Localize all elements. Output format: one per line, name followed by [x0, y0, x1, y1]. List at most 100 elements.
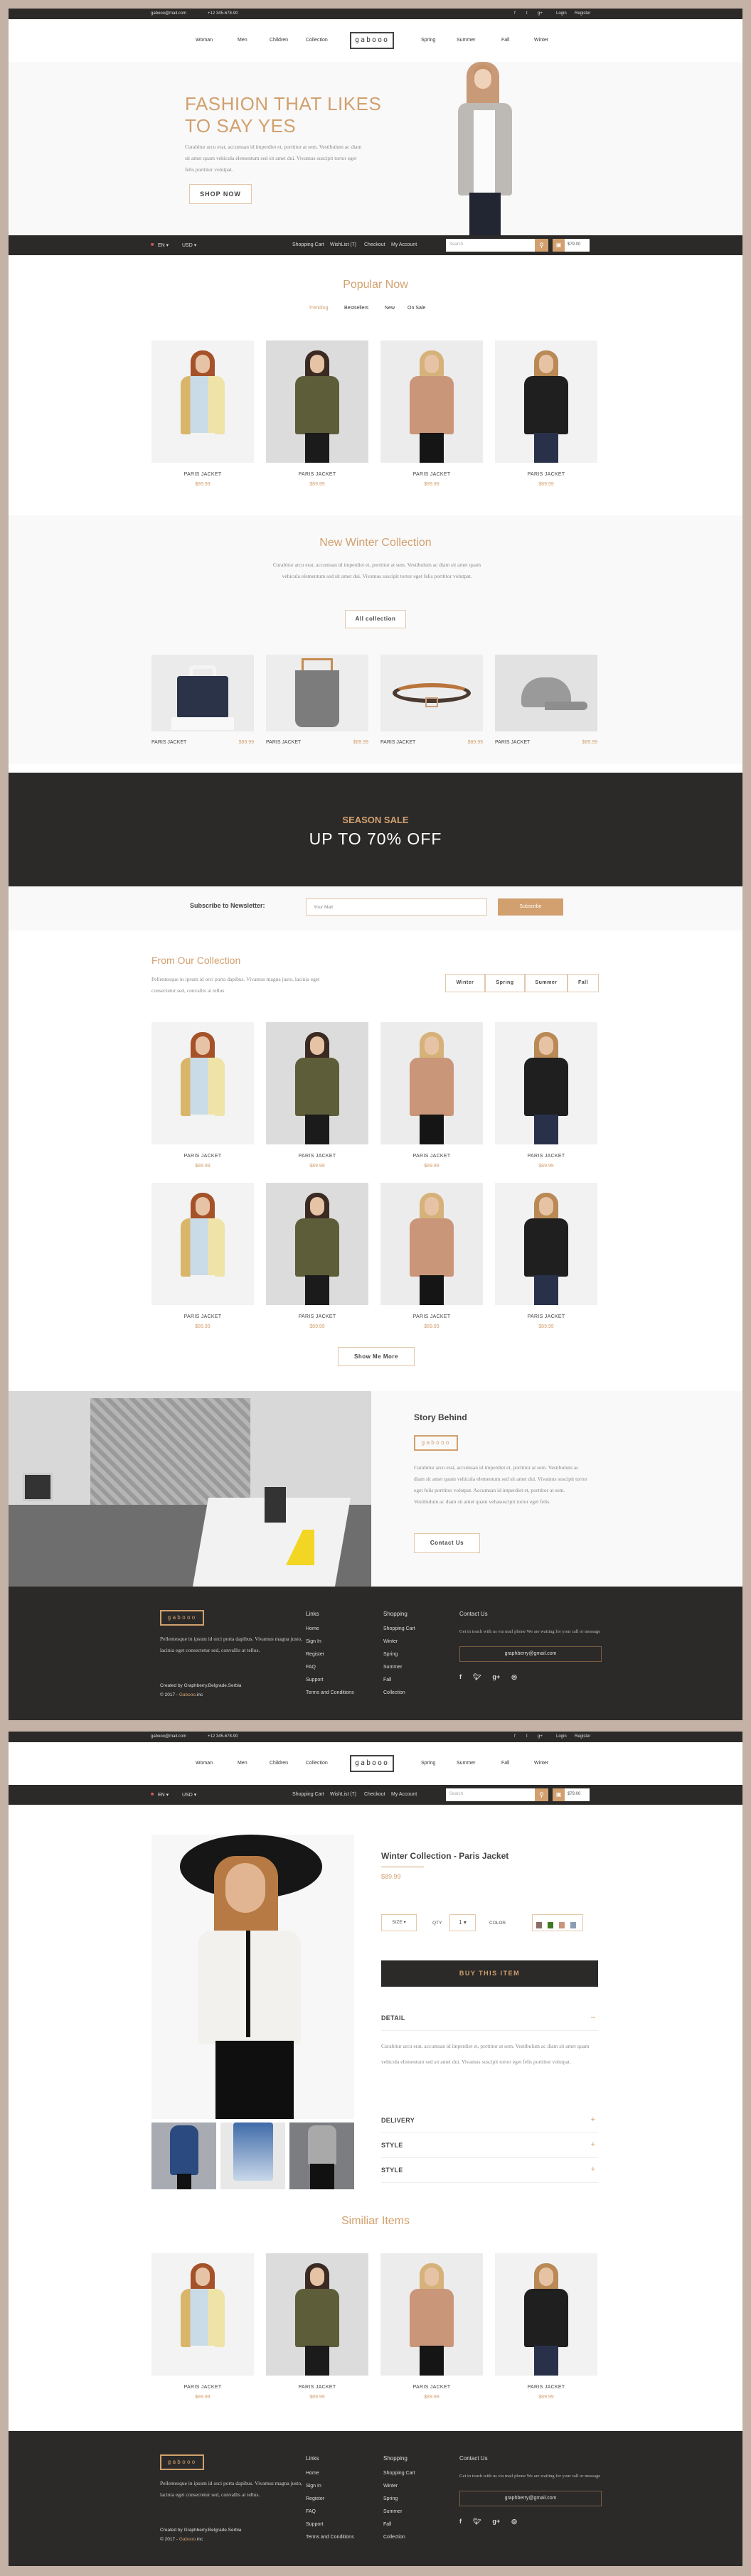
footer-shop-cart[interactable]: Shopping Cart	[383, 1626, 415, 1631]
tab-new[interactable]: New	[385, 306, 395, 311]
product-name[interactable]: PARIS JACKET	[266, 2385, 368, 2390]
footer-shop-collection[interactable]: Collection	[383, 2535, 415, 2540]
google-plus-icon[interactable]: g+	[538, 11, 543, 16]
product-name[interactable]: PARIS JACKET	[151, 740, 186, 745]
my-account-link[interactable]: My Account	[391, 242, 417, 247]
copyright-brand[interactable]: Gabooo	[179, 1692, 196, 1697]
facebook-icon[interactable]: f	[514, 11, 516, 16]
login-link[interactable]: Login	[556, 11, 567, 16]
footer-link-terms[interactable]: Terms and Conditions	[306, 1690, 354, 1695]
wishlist-link[interactable]: WishList (7)	[330, 1792, 356, 1797]
product-thumbnail-3[interactable]	[289, 2122, 354, 2189]
nav-winter[interactable]: Winter	[534, 1761, 548, 1766]
product-card[interactable]: PARIS JACKET $89.99	[266, 1183, 368, 1329]
product-name[interactable]: PARIS JACKET	[266, 472, 368, 477]
product-image[interactable]	[380, 1183, 483, 1305]
product-image[interactable]	[380, 1022, 483, 1144]
shopping-cart-link[interactable]: Shopping Cart	[292, 242, 324, 247]
expand-icon[interactable]: +	[591, 2140, 595, 2149]
product-name[interactable]: PARIS JACKET	[151, 2385, 254, 2390]
google-plus-icon[interactable]: g+	[492, 2518, 500, 2525]
nav-fall[interactable]: Fall	[501, 38, 509, 43]
tab-on-sale[interactable]: On Sale	[408, 306, 425, 311]
tab-bestsellers[interactable]: Bestsellers	[344, 306, 368, 311]
nav-collection[interactable]: Collection	[306, 1761, 328, 1766]
product-card[interactable]: PARIS JACKET $89.99	[380, 655, 483, 745]
buy-button[interactable]: BUY THIS ITEM	[381, 1960, 598, 1987]
search-input[interactable]: Search	[446, 239, 535, 252]
twitter-icon[interactable]: t	[526, 11, 528, 16]
product-image[interactable]	[266, 2253, 368, 2376]
product-image[interactable]	[151, 340, 254, 463]
show-more-button[interactable]: Show Me More	[338, 1347, 415, 1366]
product-name[interactable]: PARIS JACKET	[495, 2385, 597, 2390]
product-card[interactable]: PARIS JACKET $89.99	[380, 2253, 483, 2400]
accordion-delivery[interactable]: DELIVERY +	[381, 2109, 598, 2133]
filter-fall[interactable]: Fall	[568, 974, 599, 992]
product-image[interactable]	[495, 1022, 597, 1144]
product-card[interactable]: PARIS JACKET $89.99	[495, 1183, 597, 1329]
nav-fall[interactable]: Fall	[501, 1761, 509, 1766]
size-select[interactable]: SIZE ▾	[381, 1914, 417, 1931]
product-image[interactable]	[495, 2253, 597, 2376]
filter-spring[interactable]: Spring	[485, 974, 525, 992]
footer-shop-summer[interactable]: Summer	[383, 2509, 415, 2514]
footer-shop-winter[interactable]: Winter	[383, 1639, 415, 1644]
product-image[interactable]	[495, 1183, 597, 1305]
currency-select[interactable]: USD ▾	[182, 242, 196, 248]
footer-link-sign-in[interactable]: Sign In	[306, 1639, 354, 1644]
footer-logo[interactable]: gabooo	[160, 2454, 204, 2470]
tab-trending[interactable]: Trending	[309, 306, 328, 311]
facebook-icon[interactable]: f	[459, 2518, 462, 2525]
product-name[interactable]: PARIS JACKET	[380, 2385, 483, 2390]
nav-men[interactable]: Men	[238, 38, 247, 43]
product-card[interactable]: PARIS JACKET $89.99	[266, 2253, 368, 2400]
product-card[interactable]: PARIS JACKET $89.99	[495, 1022, 597, 1169]
accordion-style-2[interactable]: STYLE +	[381, 2159, 598, 2183]
nav-spring[interactable]: Spring	[421, 38, 435, 43]
product-image[interactable]	[266, 1022, 368, 1144]
newsletter-email-input[interactable]: Your Mail	[306, 898, 487, 916]
nav-summer[interactable]: Summer	[457, 38, 475, 43]
footer-link-support[interactable]: Support	[306, 2522, 354, 2527]
copyright-brand[interactable]: Gabooo	[179, 2537, 196, 2542]
product-image[interactable]	[380, 655, 483, 731]
footer-shop-spring[interactable]: Spring	[383, 2496, 415, 2501]
shop-now-button[interactable]: SHOP NOW	[189, 184, 252, 204]
product-card[interactable]: PARIS JACKET $89.99	[151, 2253, 254, 2400]
dribbble-icon[interactable]: ◎	[511, 2518, 517, 2526]
twitter-icon[interactable]: t	[526, 1734, 528, 1739]
nav-woman[interactable]: Woman	[196, 38, 213, 43]
product-image[interactable]	[151, 1022, 254, 1144]
product-card[interactable]: PARIS JACKET $89.99	[151, 655, 254, 745]
product-card[interactable]: PARIS JACKET $89.99	[151, 1022, 254, 1169]
footer-link-support[interactable]: Support	[306, 1678, 354, 1683]
dribbble-icon[interactable]: ◎	[511, 1673, 517, 1681]
product-image[interactable]	[495, 655, 597, 731]
product-image[interactable]	[151, 1183, 254, 1305]
header-email[interactable]: gabooo@mail.com	[151, 11, 186, 16]
product-card[interactable]: PARIS JACKET $89.99	[380, 1022, 483, 1169]
accordion-detail[interactable]: DETAIL –	[381, 2007, 598, 2031]
footer-link-faq[interactable]: FAQ	[306, 2509, 354, 2514]
product-card[interactable]: PARIS JACKET $89.99	[151, 1183, 254, 1329]
product-main-image[interactable]	[151, 1835, 354, 2119]
contact-us-button[interactable]: Contact Us	[414, 1533, 480, 1553]
footer-shop-fall[interactable]: Fall	[383, 1678, 415, 1683]
qty-select[interactable]: 1 ▾	[449, 1914, 476, 1931]
product-card[interactable]: PARIS JACKET $89.99	[266, 1022, 368, 1169]
product-card[interactable]: PARIS JACKET $89.99	[495, 655, 597, 745]
nav-children[interactable]: Children	[270, 38, 288, 43]
my-account-link[interactable]: My Account	[391, 1792, 417, 1797]
nav-collection[interactable]: Collection	[306, 38, 328, 43]
footer-contact-email[interactable]: graphberry@gmail.com	[459, 2491, 602, 2506]
footer-shop-spring[interactable]: Spring	[383, 1652, 415, 1657]
footer-link-register[interactable]: Register	[306, 2496, 354, 2501]
product-thumbnail-1[interactable]	[151, 2122, 216, 2189]
logo[interactable]: gabooo	[350, 32, 394, 49]
google-plus-icon[interactable]: g+	[538, 1734, 543, 1739]
color-swatch-blue[interactable]	[570, 1922, 576, 1928]
color-swatch-brown[interactable]	[536, 1922, 542, 1928]
product-image[interactable]	[151, 2253, 254, 2376]
search-button[interactable]: ⚲	[535, 1788, 548, 1801]
